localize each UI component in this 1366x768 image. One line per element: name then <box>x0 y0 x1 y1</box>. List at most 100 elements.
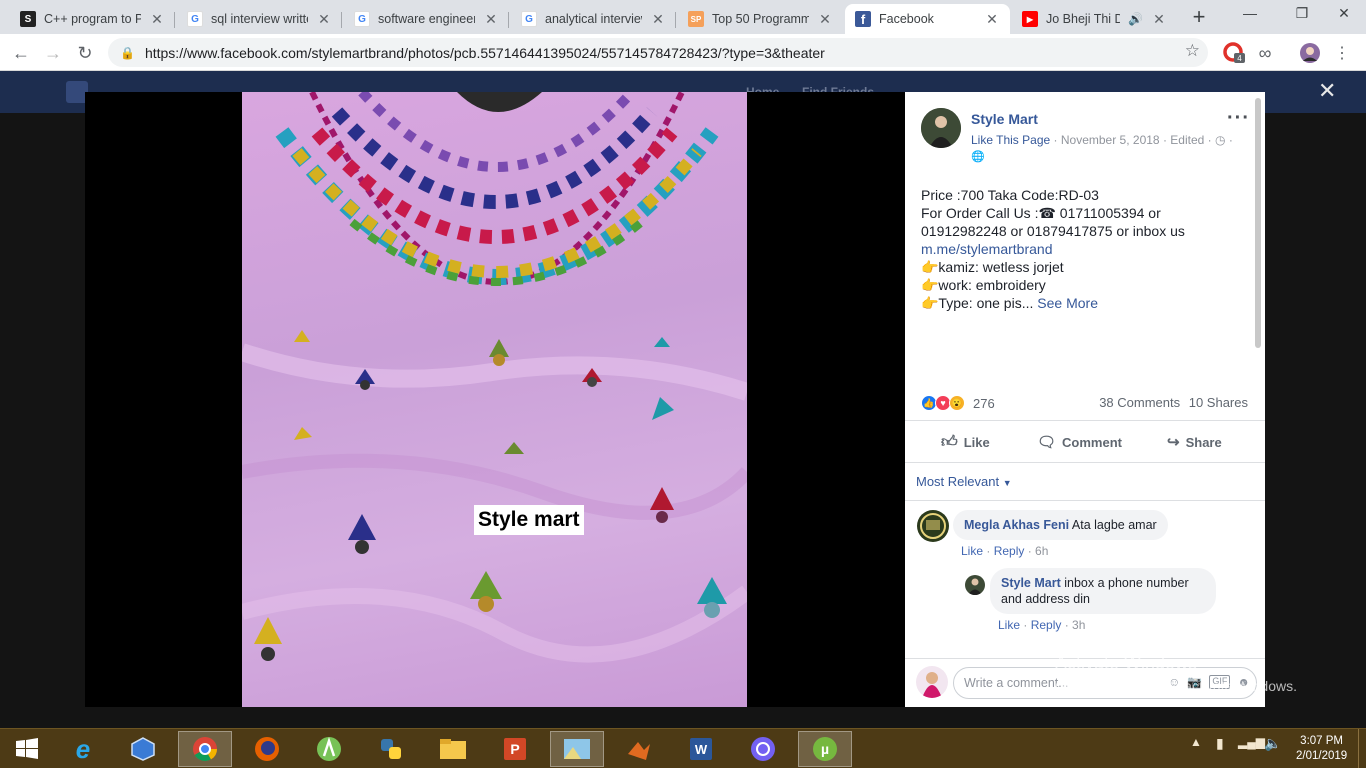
opera-extension-icon[interactable]: 4 <box>1222 42 1246 64</box>
tab-cpp-program[interactable]: S C++ program to Pr ✕ <box>10 4 175 34</box>
close-icon[interactable]: ✕ <box>149 11 165 28</box>
comment-sort-dropdown[interactable]: Most Relevant ▼ <box>916 474 1012 489</box>
sp-icon: SP <box>688 11 704 27</box>
reply-text: inbox a phone number <box>1064 576 1189 590</box>
clock-time: 3:07 PM <box>1300 735 1343 747</box>
internet-explorer-icon[interactable]: e <box>56 731 110 767</box>
see-more-link[interactable]: See More <box>1037 295 1098 311</box>
utorrent-icon[interactable]: µ <box>798 731 852 767</box>
file-explorer-icon[interactable] <box>426 731 480 767</box>
reactions-summary[interactable]: 👍 ♥ 😮 276 <box>921 395 995 411</box>
tab-sql-interview[interactable]: G sql interview writte ✕ <box>177 4 342 34</box>
matlab-icon[interactable] <box>612 731 666 767</box>
minimize-button[interactable]: — <box>1226 0 1274 30</box>
comment-time[interactable]: 6h <box>1035 544 1048 558</box>
reply-time[interactable]: 3h <box>1072 618 1085 632</box>
restore-button[interactable]: ❐ <box>1278 0 1326 30</box>
windows-taskbar: e P W µ ▲ ▮ ▂▄▆ 🔈 3:07 PM 2/01/2019 <box>0 728 1366 768</box>
like-button[interactable]: 👍︎ Like <box>941 433 990 452</box>
speaker-icon[interactable]: 🔊 <box>1128 12 1143 26</box>
close-icon[interactable]: ✕ <box>817 11 833 28</box>
commenter-avatar[interactable] <box>917 510 949 542</box>
chrome-icon[interactable] <box>178 731 232 767</box>
reply-like-link[interactable]: Like <box>998 618 1020 632</box>
forward-button[interactable]: → <box>40 40 66 66</box>
divider <box>905 462 1265 463</box>
tray-expand-icon[interactable]: ▲ <box>1190 735 1202 749</box>
reply-author[interactable]: Style Mart <box>1001 576 1061 590</box>
signal-icon[interactable]: ▂▄▆ <box>1238 735 1265 749</box>
comment-label: Comment <box>1062 434 1122 450</box>
bookmark-star-icon[interactable]: ☆ <box>1185 41 1200 61</box>
post-line: 👉kamiz: wetless jorjet <box>921 259 1064 275</box>
tab-top-50-programming[interactable]: SP Top 50 Programmi ✕ <box>678 4 843 34</box>
photos-app-icon[interactable] <box>550 731 604 767</box>
reload-button[interactable]: ↻ <box>72 40 98 66</box>
comment-author[interactable]: Megla Akhas Feni <box>964 518 1069 532</box>
wow-reaction-icon: 😮 <box>949 395 965 411</box>
menu-dots-icon[interactable]: ⋮ <box>1334 42 1350 64</box>
close-window-button[interactable]: ✕ <box>1320 0 1366 30</box>
reply-reply-link[interactable]: Reply <box>1031 618 1062 632</box>
globe-icon: 🌐 <box>971 151 985 163</box>
show-desktop-button[interactable] <box>1358 729 1366 768</box>
virtualbox-icon[interactable] <box>116 731 170 767</box>
close-icon[interactable]: ✕ <box>650 11 666 28</box>
tab-analytical-interview[interactable]: G analytical interview ✕ <box>511 4 676 34</box>
current-user-avatar[interactable] <box>916 666 948 698</box>
close-theater-icon[interactable]: ✕ <box>1318 80 1336 102</box>
new-tab-button[interactable]: + <box>1186 6 1212 30</box>
reply-avatar[interactable] <box>965 575 985 595</box>
tab-software-engineering[interactable]: G software engineerin ✕ <box>344 4 509 34</box>
reply-bubble: Style Mart inbox a phone number and addr… <box>990 568 1216 614</box>
product-photo[interactable]: Style mart <box>242 92 747 707</box>
like-this-page-link[interactable]: Like This Page <box>971 133 1050 147</box>
photo-stage: Style mart <box>85 92 905 707</box>
profile-avatar[interactable] <box>1298 42 1322 64</box>
post-line: 01912982248 or 01879417875 or inbox us <box>921 223 1185 239</box>
post-date[interactable]: November 5, 2018 <box>1061 133 1160 147</box>
viber-icon[interactable] <box>736 731 790 767</box>
infinity-extension-icon[interactable]: ∞ <box>1254 42 1276 64</box>
divider <box>905 420 1265 421</box>
close-icon[interactable]: ✕ <box>984 11 1000 28</box>
powerpoint-icon[interactable]: P <box>488 731 542 767</box>
close-icon[interactable]: ✕ <box>483 11 499 28</box>
firefox-icon[interactable] <box>240 731 294 767</box>
close-icon[interactable]: ✕ <box>1151 11 1167 28</box>
python-icon[interactable] <box>364 731 418 767</box>
address-bar[interactable]: 🔒 https://www.facebook.com/stylemartbran… <box>108 38 1208 67</box>
divider <box>905 500 1265 501</box>
close-icon[interactable]: ✕ <box>316 11 332 28</box>
battery-icon[interactable]: ▮ <box>1216 735 1224 752</box>
page-avatar[interactable] <box>921 108 961 148</box>
scribd-icon: S <box>20 11 36 27</box>
more-options-icon[interactable]: ··· <box>1227 107 1250 130</box>
word-icon[interactable]: W <box>674 731 728 767</box>
windows-start-icon[interactable] <box>0 731 54 767</box>
back-button[interactable]: ← <box>8 40 34 66</box>
comment-like-link[interactable]: Like <box>961 544 983 558</box>
activate-windows-title: Activate Windows <box>1055 653 1198 673</box>
embroidery-illustration <box>242 92 747 663</box>
comment-button[interactable]: 🗨 Comment <box>1037 433 1122 451</box>
page-name-link[interactable]: Style Mart <box>971 111 1038 127</box>
clock-date: 2/01/2019 <box>1296 750 1348 762</box>
comments-count-link[interactable]: 38 Comments <box>1099 395 1180 410</box>
tab-title: analytical interview <box>545 12 642 26</box>
volume-icon[interactable]: 🔈 <box>1264 735 1281 752</box>
system-clock[interactable]: 3:07 PM 2/01/2019 <box>1296 734 1347 764</box>
tab-title: sql interview writte <box>211 12 308 26</box>
android-studio-icon[interactable] <box>302 731 356 767</box>
comment-reply-link[interactable]: Reply <box>994 544 1025 558</box>
messenger-link[interactable]: m.me/stylemartbrand <box>921 240 1251 258</box>
tab-youtube-song[interactable]: ▶ Jo Bheji Thi Du 🔊 ✕ <box>1012 4 1177 34</box>
google-icon: G <box>521 11 537 27</box>
share-button[interactable]: ↪ Share <box>1167 433 1222 451</box>
tab-facebook[interactable]: f Facebook ✕ <box>845 4 1010 34</box>
browser-toolbar: ← → ↻ 🔒 https://www.facebook.com/stylema… <box>0 34 1366 71</box>
edited-label[interactable]: Edited <box>1170 133 1204 147</box>
lock-icon: 🔒 <box>120 45 135 60</box>
shares-count-link[interactable]: 10 Shares <box>1189 395 1248 410</box>
panel-scrollbar[interactable] <box>1255 98 1261 348</box>
